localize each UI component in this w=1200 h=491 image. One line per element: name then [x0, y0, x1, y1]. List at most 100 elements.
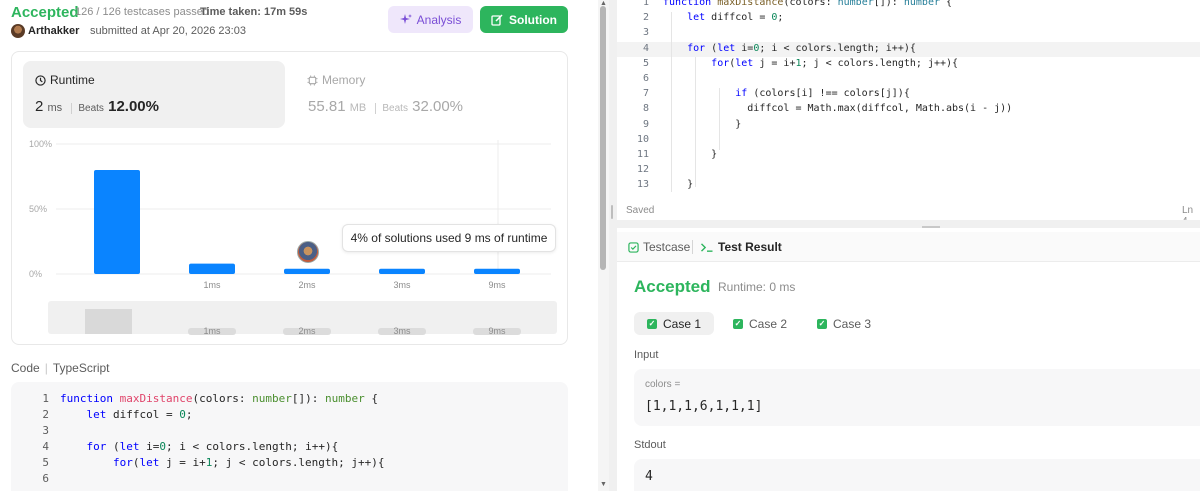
editor-code-text: diffcol = Math.max(diffcol, Math.abs(i -… — [663, 103, 1013, 115]
editor-line-number: 8 — [642, 103, 649, 115]
panel-divider[interactable] — [609, 0, 617, 491]
bar — [284, 268, 330, 274]
input-param-name: colors = — [645, 379, 681, 390]
x-tick-label: 9ms — [488, 280, 506, 290]
editor-code-text: } — [663, 118, 742, 130]
submission-status: Accepted — [11, 4, 79, 21]
x-tick-label: 1ms — [203, 280, 221, 290]
check-icon: ✓ — [647, 318, 657, 329]
case-1-tab[interactable]: ✓ Case 1 — [634, 312, 715, 335]
editor-line-number: 3 — [642, 27, 649, 39]
tab-testcase[interactable]: Testcase — [628, 240, 690, 254]
x-tick-label: 2ms — [298, 280, 316, 290]
editor-line-number: 5 — [642, 57, 649, 69]
stdout-value: 4 — [645, 469, 653, 484]
line-number: 4 — [42, 440, 49, 453]
chart-tooltip: 4% of solutions used 9 ms of runtime — [342, 224, 556, 252]
analysis-button[interactable]: Analysis — [388, 6, 473, 33]
x-tick-label: 3ms — [393, 280, 411, 290]
navigator-label: 3ms — [393, 326, 411, 336]
editor-code-text: for(let j = i+1; j < colors.length; j++)… — [711, 57, 959, 69]
memory-value: 55.81 — [308, 98, 346, 115]
code-label-separator: | — [44, 361, 48, 375]
editor-line-number: 6 — [642, 73, 649, 84]
editor-line-number: 2 — [642, 12, 649, 24]
navigator-label: 9ms — [488, 326, 506, 336]
tab-testcase-label: Testcase — [643, 240, 691, 254]
code-language-label: Code | TypeScript — [11, 361, 110, 375]
input-box — [634, 369, 1200, 426]
terminal-icon — [701, 242, 713, 252]
stdout-box — [634, 459, 1200, 491]
tab-test-result-label: Test Result — [718, 240, 782, 254]
result-status: Accepted — [634, 277, 711, 296]
submitted-code-view[interactable]: 1 function maxDistance(colors: number[]):… — [11, 382, 568, 491]
check-icon: ✓ — [817, 318, 827, 329]
y-tick-label: 100% — [29, 139, 52, 149]
left-scrollbar-thumb[interactable] — [600, 6, 606, 270]
memory-beats: 32.00% — [412, 98, 464, 115]
case-3-label: Case 3 — [833, 316, 872, 331]
indent-guide — [695, 57, 696, 187]
checkbox-icon — [628, 241, 639, 253]
line-number: 5 — [42, 456, 49, 469]
chip-icon — [307, 74, 318, 86]
editor-line-number: 10 — [636, 133, 649, 145]
bar — [94, 170, 140, 274]
code-text: for (let i=0; i < colors.length; i++){ — [86, 440, 339, 453]
case-3-tab[interactable]: ✓ Case 3 — [804, 312, 884, 335]
code-text: function maxDistance(colors: number[]): … — [60, 392, 378, 405]
indent-guide — [719, 88, 720, 150]
avatar[interactable] — [11, 24, 25, 38]
scroll-up-arrow-icon[interactable]: ▲ — [599, 0, 608, 7]
case-2-tab[interactable]: ✓ Case 2 — [720, 312, 800, 335]
runtime-title-label: Runtime — [50, 73, 95, 87]
resize-handle[interactable] — [922, 226, 940, 228]
result-runtime: Runtime: 0 ms — [718, 280, 796, 294]
y-tick-label: 50% — [29, 204, 47, 214]
scroll-down-arrow-icon[interactable]: ▼ — [599, 481, 608, 488]
y-tick-label: 0% — [29, 269, 42, 279]
divider-handle[interactable] — [611, 205, 613, 219]
editor-code-text: if (colors[i] !== colors[j]){ — [735, 88, 910, 100]
input-label: Input — [634, 349, 659, 361]
navigator-label: 2ms — [298, 326, 316, 336]
editor-line-number: 7 — [642, 88, 649, 100]
submitted-at: submitted at Apr 20, 2026 23:03 — [90, 25, 246, 37]
code-language: TypeScript — [52, 361, 110, 375]
navigator-label: 1ms — [203, 326, 221, 336]
line-number: 2 — [42, 408, 49, 421]
memory-beats-label: Beats — [375, 103, 408, 114]
bar — [189, 263, 235, 274]
sparkle-icon — [399, 13, 412, 24]
solution-button[interactable]: Solution — [480, 6, 568, 33]
bar — [474, 268, 520, 274]
editor-code-text: function maxDistance(colors: number[]): … — [663, 0, 953, 8]
line-number: 1 — [42, 392, 49, 405]
memory-title-label: Memory — [322, 73, 366, 87]
tab-test-result[interactable]: Test Result — [700, 240, 782, 254]
editor-console-divider[interactable] — [617, 220, 1200, 228]
editor-line-number: 9 — [642, 118, 649, 130]
tab-separator — [692, 240, 693, 254]
testcases-passed: 126 / 126 testcases passed — [75, 6, 209, 18]
line-number: 3 — [42, 424, 49, 437]
saved-status: Saved — [626, 205, 655, 216]
editor-line-number: 1 — [642, 0, 649, 8]
memory-title[interactable]: Memory — [307, 73, 365, 87]
submitter-name[interactable]: Arthakker — [28, 25, 79, 37]
editor-line-number: 13 — [636, 179, 649, 191]
runtime-beats: 12.00% — [108, 98, 159, 115]
clock-icon — [35, 74, 46, 86]
runtime-value: 2 — [35, 98, 44, 115]
bar — [379, 268, 425, 274]
check-icon: ✓ — [733, 318, 743, 329]
runtime-value-row: 2 ms Beats 12.00% — [35, 98, 159, 115]
runtime-unit: ms — [47, 102, 63, 114]
editor-code-text: for (let i=0; i < colors.length; i++){ — [687, 42, 916, 54]
solution-label: Solution — [509, 12, 557, 27]
memory-unit: MB — [349, 102, 367, 114]
case-2-label: Case 2 — [749, 316, 788, 331]
code-text: for(let j = i+1; j < colors.length; j++)… — [112, 456, 385, 469]
runtime-tab[interactable] — [23, 61, 285, 128]
